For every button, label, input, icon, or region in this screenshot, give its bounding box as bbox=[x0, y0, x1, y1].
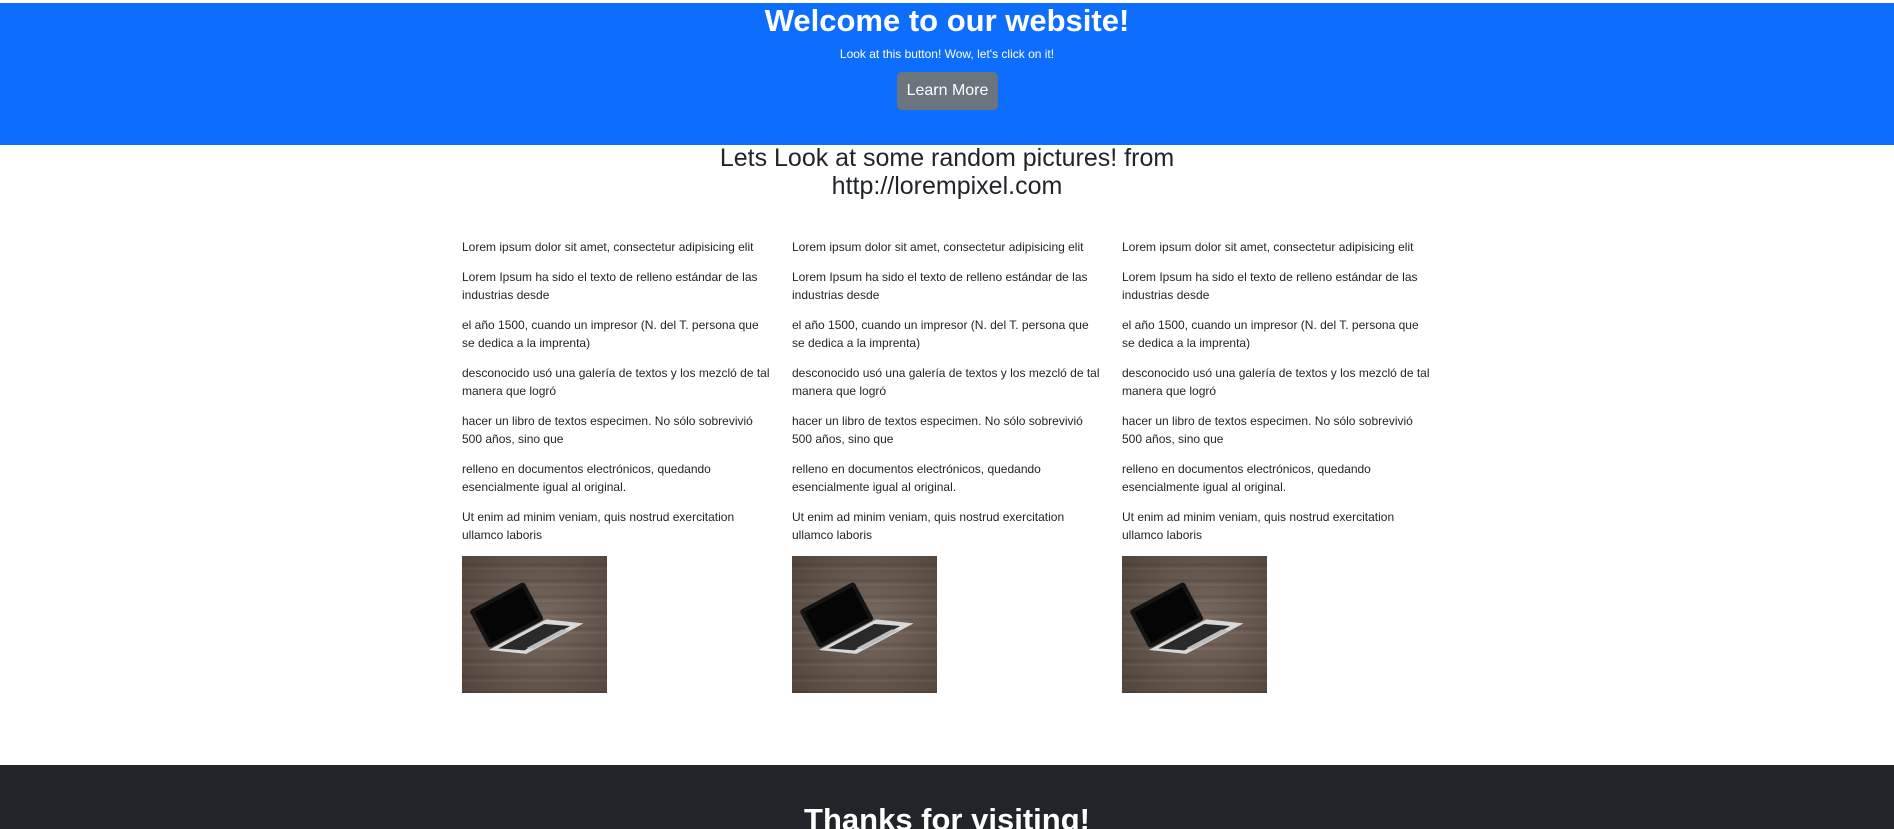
column-paragraph: relleno en documentos electrónicos, qued… bbox=[1122, 462, 1371, 494]
laptop-photo bbox=[792, 556, 937, 693]
column-paragraph: el año 1500, cuando un impresor (N. del … bbox=[1122, 318, 1419, 350]
footer-title: Thanks for visiting! bbox=[804, 802, 1090, 829]
laptop-icon bbox=[470, 582, 584, 654]
hero-subtitle: Look at this button! Wow, let's click on… bbox=[839, 47, 1055, 61]
column-paragraph: Lorem ipsum dolor sit amet, consectetur … bbox=[462, 240, 754, 254]
column-paragraph: Lorem ipsum dolor sit amet, consectetur … bbox=[1122, 240, 1414, 254]
column-paragraph: Lorem Ipsum ha sido el texto de relleno … bbox=[792, 270, 1088, 302]
column-paragraph: Lorem Ipsum ha sido el texto de relleno … bbox=[462, 270, 758, 302]
laptop-photo bbox=[462, 556, 607, 693]
hero-banner: Welcome to our website! Look at this but… bbox=[0, 3, 1894, 145]
laptop-photo bbox=[1122, 556, 1267, 693]
column-paragraph: hacer un libro de textos especimen. No s… bbox=[792, 414, 1083, 446]
footer: Thanks for visiting! bbox=[0, 765, 1894, 829]
learn-more-button[interactable]: Learn More bbox=[897, 72, 998, 110]
column-paragraph: desconocido usó una galería de textos y … bbox=[1122, 366, 1430, 398]
column-paragraph: desconocido usó una galería de textos y … bbox=[792, 366, 1100, 398]
column-paragraph: hacer un libro de textos especimen. No s… bbox=[462, 414, 753, 446]
column-paragraph: relleno en documentos electrónicos, qued… bbox=[462, 462, 711, 494]
laptop-icon bbox=[800, 582, 914, 654]
column-paragraph: el año 1500, cuando un impresor (N. del … bbox=[792, 318, 1089, 350]
hero-title: Welcome to our website! bbox=[764, 3, 1130, 38]
column-paragraph: desconocido usó una galería de textos y … bbox=[462, 366, 770, 398]
content-column-3: Lorem ipsum dolor sit amet, consectetur … bbox=[1122, 238, 1432, 693]
column-paragraph: relleno en documentos electrónicos, qued… bbox=[792, 462, 1041, 494]
gallery-title-line-1: Lets Look at some random pictures! from bbox=[719, 144, 1175, 172]
laptop-icon bbox=[1130, 582, 1244, 654]
column-paragraph: Lorem Ipsum ha sido el texto de relleno … bbox=[1122, 270, 1418, 302]
column-paragraph: Lorem ipsum dolor sit amet, consectetur … bbox=[792, 240, 1084, 254]
gallery-title: Lets Look at some random pictures! from … bbox=[0, 144, 1894, 200]
content-column-2: Lorem ipsum dolor sit amet, consectetur … bbox=[792, 238, 1102, 693]
content-column-1: Lorem ipsum dolor sit amet, consectetur … bbox=[462, 238, 772, 693]
column-paragraph: Ut enim ad minim veniam, quis nostrud ex… bbox=[792, 510, 1065, 542]
column-paragraph: Ut enim ad minim veniam, quis nostrud ex… bbox=[462, 510, 735, 542]
column-paragraph: hacer un libro de textos especimen. No s… bbox=[1122, 414, 1413, 446]
column-paragraph: Ut enim ad minim veniam, quis nostrud ex… bbox=[1122, 510, 1395, 542]
column-paragraph: el año 1500, cuando un impresor (N. del … bbox=[462, 318, 759, 350]
gallery-title-line-2: http://lorempixel.com bbox=[831, 172, 1063, 200]
